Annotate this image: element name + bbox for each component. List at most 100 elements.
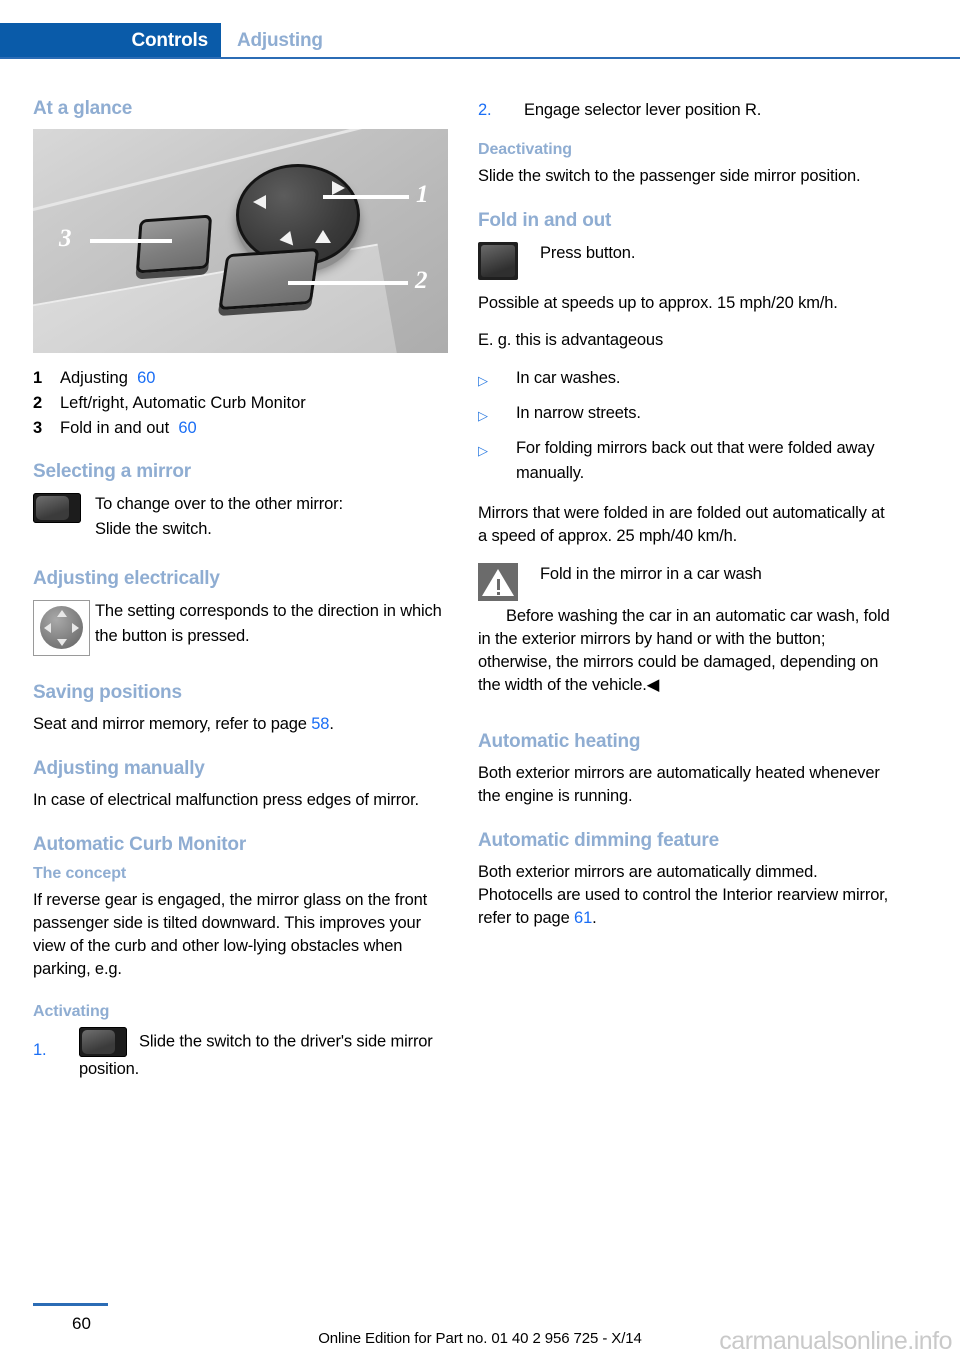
press-button-text: Press button. [540,244,636,262]
heading-the-concept: The concept [33,865,127,882]
figure-callout-number-1: 1 [416,181,429,208]
page-reference-link[interactable]: 60 [137,369,155,387]
bullet-triangle-icon: ▷ [478,443,488,458]
adjusting-electrically-text: The setting corresponds to the direction… [95,602,442,645]
right-column: 2. Engage selector lever position R. Dea… [478,98,893,944]
figure-callout-line-1 [323,195,409,199]
warning-exclamation-mark [496,579,500,595]
mirror-controls-figure: 1 2 3 [33,129,448,353]
warning-title: Fold in the mirror in a car wash [540,565,762,583]
figure-callout-number-3: 3 [59,225,72,252]
figure-callout-number-2: 2 [415,267,428,294]
left-column: At a glance 1 2 3 1 Adjusting 60 2 Left/… [33,98,448,1092]
selecting-mirror-text: To change over to the other mirror: Slid… [95,492,448,542]
joystick-arrow-right-icon [72,623,79,633]
legend-number: 3 [33,419,43,437]
warning-notice: Fold in the mirror in a car wash [478,562,893,601]
legend-label: Adjusting [60,369,128,387]
legend-number: 2 [33,394,43,412]
bullet-triangle-icon: ▷ [478,408,488,423]
selecting-mirror-line-2: Slide the switch. [95,520,212,538]
joystick-arrow-up-icon [56,610,67,617]
adjusting-manually-text: In case of electrical malfunction press … [33,791,419,809]
saving-positions-text: Seat and mirror memory, refer to page 58… [33,713,448,736]
list-item: ▷ For folding mirrors back out that were… [478,436,893,486]
deactivating-text: Slide the switch to the passenger side m… [478,167,861,185]
list-item: ▷ In narrow streets. [478,401,893,428]
automatic-heating-text: Both exterior mirrors are automatically … [478,764,880,805]
adjusting-electrically-row: The setting corresponds to the direction… [33,599,448,656]
knob-arrow-left-icon [253,195,266,209]
heading-automatic-heating: Automatic heating [478,731,641,752]
step-text: Slide the switch to the driver's side mi… [79,1027,448,1082]
activating-step-1: 1. Slide the switch to the driver's side… [33,1027,448,1082]
step-number: 2. [478,101,492,119]
site-watermark: carmanualsonline.info [719,1327,952,1355]
saving-positions-text-after: . [329,715,334,733]
heading-automatic-dimming-feature: Automatic dimming feature [478,830,719,851]
legend-text: Fold in and out 60 [60,416,448,440]
icon-column [478,562,540,601]
heading-at-a-glance: At a glance [33,98,133,119]
heading-saving-positions: Saving positions [33,682,182,703]
activating-step-2: 2. Engage selector lever position R. [478,98,893,123]
auto-fold-out-text: Mirrors that were folded in are folded o… [478,504,885,545]
legend-item: 3 Fold in and out 60 [33,416,448,440]
slide-switch-icon [79,1027,127,1057]
step-number: 1. [33,1041,47,1059]
page-reference-link[interactable]: 58 [311,715,329,733]
list-item: ▷ In car washes. [478,366,893,393]
slide-switch-icon [33,493,81,523]
heading-adjusting-electrically: Adjusting electrically [33,568,220,589]
legend-label: Fold in and out [60,419,170,437]
the-concept-text: If reverse gear is engaged, the mirror g… [33,891,428,978]
selecting-mirror-line-1: To change over to the other mirror: [95,495,343,513]
list-item-label: In narrow streets. [516,404,641,422]
icon-column [478,241,540,280]
heading-deactivating: Deactivating [478,141,572,158]
activating-step-1-label: Slide the switch to the driver's side mi… [79,1032,433,1078]
header-rule [0,57,960,59]
saving-positions-text-before: Seat and mirror memory, refer to page [33,715,312,733]
list-item-label: For folding mirrors back out that were f… [516,439,875,482]
bullet-triangle-icon: ▷ [478,373,488,388]
knob-arrow-up-icon [315,230,331,243]
fold-speed-text: Possible at speeds up to approx. 15 mph/… [478,294,838,312]
page-reference-link[interactable]: 61 [574,909,592,927]
breadcrumb-chapter-label: Controls [131,30,208,51]
page-reference-link[interactable]: 60 [178,419,196,437]
figure-fold-button [135,214,213,274]
heading-automatic-curb-monitor: Automatic Curb Monitor [33,834,247,855]
fold-advantageous-text: E. g. this is advantageous [478,331,664,349]
push-button-icon [478,242,518,280]
breadcrumb-section-label: Adjusting [237,30,323,51]
joystick-arrow-left-icon [44,623,51,633]
legend-number: 1 [33,369,43,387]
icon-column [33,492,95,523]
warning-text: Before washing the car in an automatic c… [478,607,890,694]
heading-selecting-a-mirror: Selecting a mirror [33,461,191,482]
breadcrumb-chapter-tab: Controls [0,23,221,57]
automatic-dimming-text-before: Both exterior mirrors are automatically … [478,863,889,927]
legend-label: Left/right, Automatic Curb Monitor [60,394,306,412]
press-button-row: Press button. [478,241,893,280]
knob-arrow-right-icon [332,181,345,195]
footer-rule [33,1303,108,1306]
knob-arrow-down-icon [279,231,299,250]
legend-item: 1 Adjusting 60 [33,366,448,390]
legend-item: 2 Left/right, Automatic Curb Monitor [33,391,448,415]
joystick-button-icon [33,600,90,656]
figure-callout-line-3 [90,239,172,243]
warning-triangle-icon [478,563,518,601]
joystick-arrow-down-icon [56,639,67,646]
